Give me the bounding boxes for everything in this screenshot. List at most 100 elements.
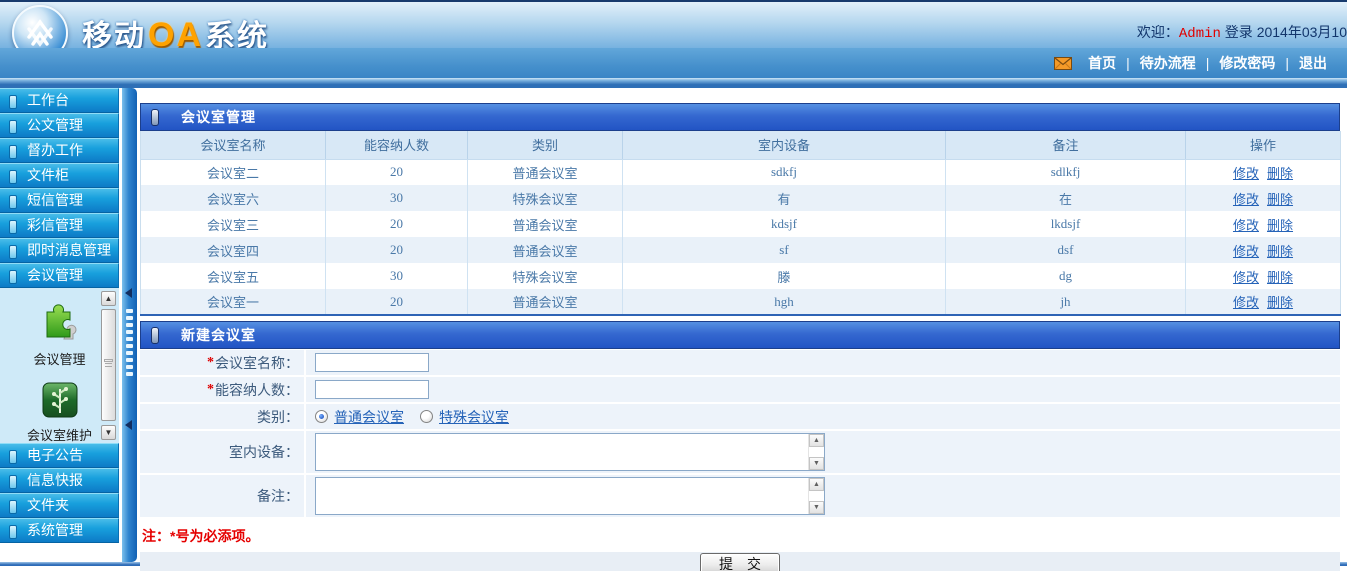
radio-option-label[interactable]: 特殊会议室 — [439, 407, 509, 427]
cell-capacity: 20 — [326, 237, 468, 263]
radio-icon[interactable] — [420, 410, 433, 423]
radio-option-2: 特殊会议室 — [420, 407, 525, 427]
edit-link[interactable]: 修改 — [1233, 218, 1259, 233]
capacity-label: * 能容纳人数： — [140, 377, 306, 402]
nav-link-3[interactable]: 修改密码 — [1219, 55, 1275, 71]
edit-link[interactable]: 修改 — [1233, 192, 1259, 207]
cell-remark: lkdsjf — [946, 211, 1186, 237]
scroll-down-icon[interactable]: ▼ — [809, 501, 824, 514]
cell-capacity: 20 — [326, 159, 468, 185]
cell-type: 普通会议室 — [468, 237, 623, 263]
remark-textarea[interactable] — [316, 478, 808, 514]
cell-remark: sdlkfj — [946, 159, 1186, 185]
header-divider — [0, 78, 1347, 88]
cell-equipment: sf — [623, 237, 946, 263]
cell-equipment: sdkfj — [623, 159, 946, 185]
rooms-table: 会议室名称能容纳人数类别室内设备备注操作 会议室二 20 普通会议室 sdkfj… — [140, 131, 1341, 316]
cell-type: 普通会议室 — [468, 211, 623, 237]
scrollbar-thumb[interactable] — [101, 309, 116, 421]
sidebar-submenu: 会议管理 会议室维护 ▲ ▼ — [0, 288, 119, 443]
scroll-up-icon[interactable]: ▲ — [809, 478, 824, 491]
nav-link-1[interactable]: 首页 — [1088, 55, 1116, 71]
remark-label: 备注： — [140, 475, 306, 517]
sidebar-item-bottom-1[interactable]: 电子公告 — [0, 443, 119, 468]
radio-icon[interactable] — [315, 410, 328, 423]
submit-button[interactable]: 提 交 — [700, 553, 780, 571]
new-room-form: * 会议室名称： * 能容纳人数： 类别： — [140, 350, 1340, 519]
title-pill-icon — [151, 109, 159, 126]
equipment-textarea-wrap: ▲ ▼ — [315, 433, 825, 471]
sidebar-item-1[interactable]: 工作台 — [0, 88, 119, 113]
delete-link[interactable]: 删除 — [1267, 270, 1293, 285]
sidebar-item-7[interactable]: 即时消息管理 — [0, 238, 119, 263]
welcome-suffix: 登录 — [1221, 24, 1257, 40]
login-date: 2014年03月10 — [1257, 24, 1347, 40]
scroll-down-icon[interactable]: ▼ — [101, 425, 116, 440]
form-row-equipment: 室内设备： ▲ ▼ — [140, 431, 1340, 475]
cell-capacity: 20 — [326, 289, 468, 315]
collapse-arrow-icon[interactable] — [125, 420, 132, 430]
sidebar-collapse-strip[interactable] — [122, 88, 137, 562]
nav-separator: | — [1126, 55, 1130, 71]
cell-actions: 修改删除 — [1186, 159, 1341, 185]
cell-name: 会议室五 — [141, 263, 326, 289]
sidebar-item-bottom-3[interactable]: 文件夹 — [0, 493, 119, 518]
table-row: 会议室三 20 普通会议室 kdsjf lkdsjf 修改删除 — [141, 211, 1341, 237]
scroll-up-icon[interactable]: ▲ — [809, 434, 824, 447]
textarea-scrollbar: ▲ ▼ — [808, 434, 824, 470]
rooms-panel-title: 会议室管理 — [140, 103, 1340, 131]
sidebar-item-2[interactable]: 公文管理 — [0, 113, 119, 138]
scroll-up-icon[interactable]: ▲ — [101, 291, 116, 306]
collapse-arrow-icon[interactable] — [125, 288, 132, 298]
equipment-label: 室内设备： — [140, 431, 306, 473]
table-row: 会议室一 20 普通会议室 hgh jh 修改删除 — [141, 289, 1341, 315]
edit-link[interactable]: 修改 — [1233, 244, 1259, 259]
table-row: 会议室四 20 普通会议室 sf dsf 修改删除 — [141, 237, 1341, 263]
edit-link[interactable]: 修改 — [1233, 270, 1259, 285]
delete-link[interactable]: 删除 — [1267, 166, 1293, 181]
sidebar-item-3[interactable]: 督办工作 — [0, 138, 119, 163]
column-header: 类别 — [468, 131, 623, 159]
sidebar-item-bottom-4[interactable]: 系统管理 — [0, 518, 119, 543]
delete-link[interactable]: 删除 — [1267, 192, 1293, 207]
cell-actions: 修改删除 — [1186, 185, 1341, 211]
remark-textarea-wrap: ▲ ▼ — [315, 477, 825, 515]
table-row: 会议室五 30 特殊会议室 滕 dg 修改删除 — [141, 263, 1341, 289]
nav-link-2[interactable]: 待办流程 — [1140, 55, 1196, 71]
delete-link[interactable]: 删除 — [1267, 218, 1293, 233]
delete-link[interactable]: 删除 — [1267, 295, 1293, 310]
mail-icon — [1054, 57, 1072, 70]
cell-equipment: 滕 — [623, 263, 946, 289]
edit-link[interactable]: 修改 — [1233, 166, 1259, 181]
nav-link-4[interactable]: 退出 — [1299, 55, 1327, 71]
sidebar-bottom-group: 电子公告信息快报文件夹系统管理 — [0, 443, 119, 543]
main-content: 会议室管理 会议室名称能容纳人数类别室内设备备注操作 会议室二 20 普通会议室… — [140, 88, 1340, 571]
form-row-remark: 备注： ▲ ▼ — [140, 475, 1340, 519]
textarea-scrollbar: ▲ ▼ — [808, 478, 824, 514]
room-name-input[interactable] — [315, 353, 429, 372]
edit-link[interactable]: 修改 — [1233, 295, 1259, 310]
cell-remark: dsf — [946, 237, 1186, 263]
sidebar-item-4[interactable]: 文件柜 — [0, 163, 119, 188]
room-capacity-input[interactable] — [315, 380, 429, 399]
username: Admin — [1179, 26, 1221, 42]
cell-name: 会议室六 — [141, 185, 326, 211]
sidebar-item-6[interactable]: 彩信管理 — [0, 213, 119, 238]
cell-name: 会议室一 — [141, 289, 326, 315]
cell-capacity: 30 — [326, 185, 468, 211]
column-header: 备注 — [946, 131, 1186, 159]
sidebar-item-8[interactable]: 会议管理 — [0, 263, 119, 288]
radio-option-label[interactable]: 普通会议室 — [334, 407, 404, 427]
cell-equipment: kdsjf — [623, 211, 946, 237]
cell-type: 普通会议室 — [468, 289, 623, 315]
column-header: 能容纳人数 — [326, 131, 468, 159]
rooms-table-header: 会议室名称能容纳人数类别室内设备备注操作 — [141, 131, 1341, 159]
form-row-capacity: * 能容纳人数： — [140, 377, 1340, 404]
equipment-textarea[interactable] — [316, 434, 808, 470]
sidebar-item-5[interactable]: 短信管理 — [0, 188, 119, 213]
cell-capacity: 30 — [326, 263, 468, 289]
sidebar-item-bottom-2[interactable]: 信息快报 — [0, 468, 119, 493]
delete-link[interactable]: 删除 — [1267, 244, 1293, 259]
required-mark: * — [207, 382, 214, 398]
scroll-down-icon[interactable]: ▼ — [809, 457, 824, 470]
